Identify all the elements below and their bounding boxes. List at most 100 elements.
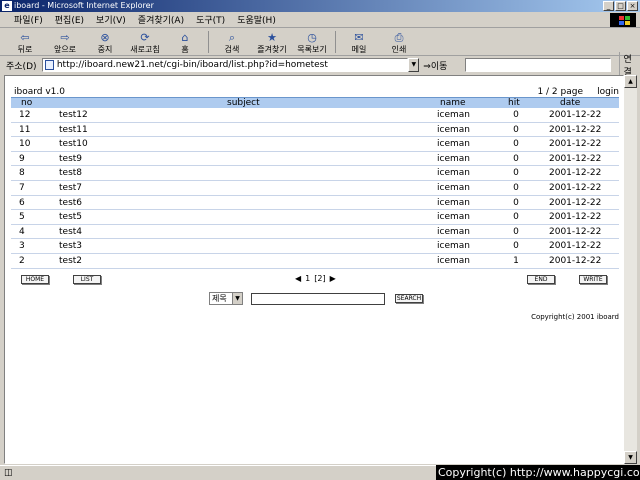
post-subject-link[interactable]: test4: [59, 225, 82, 239]
chevron-down-icon: ▼: [232, 292, 242, 304]
post-subject-link[interactable]: test9: [59, 152, 82, 166]
table-row[interactable]: 5 test5 iceman 0 2001-12-22: [11, 210, 619, 225]
print-button[interactable]: ⎙ 인쇄: [382, 32, 416, 55]
ie-icon: e: [2, 1, 12, 11]
board-version: iboard v1.0: [14, 87, 65, 97]
browser-window: e iboard - Microsoft Internet Explorer _…: [0, 0, 640, 480]
close-button[interactable]: ×: [627, 1, 638, 11]
table-row[interactable]: 9 test9 iceman 0 2001-12-22: [11, 152, 619, 167]
table-row[interactable]: 8 test8 iceman 0 2001-12-22: [11, 166, 619, 181]
post-date: 2001-12-22: [549, 153, 602, 164]
board-header: iboard v1.0 1 / 2 page login: [11, 87, 619, 97]
mail-button[interactable]: ✉ 메일: [342, 32, 376, 55]
pagination: ◀ 1 [2] ▶: [295, 274, 336, 283]
menu-edit[interactable]: 편집(E): [55, 13, 84, 26]
search-button[interactable]: ⌕ 검색: [215, 32, 249, 55]
post-subject-link[interactable]: test2: [59, 254, 82, 268]
post-author: iceman: [437, 226, 470, 237]
search-query-input[interactable]: [251, 292, 385, 305]
prev-page-icon[interactable]: ◀: [295, 274, 301, 283]
header-name: name: [440, 98, 466, 108]
table-row[interactable]: 11 test11 iceman 0 2001-12-22: [11, 123, 619, 138]
header-subject: subject: [227, 98, 260, 108]
favorites-button[interactable]: ★ 즐겨찾기: [255, 32, 289, 55]
table-row[interactable]: 2 test2 iceman 1 2001-12-22: [11, 254, 619, 269]
post-hits: 0: [513, 226, 519, 237]
minimize-button[interactable]: _: [603, 1, 614, 11]
back-button[interactable]: ⇦ 뒤로: [8, 32, 42, 55]
table-row[interactable]: 6 test6 iceman 0 2001-12-22: [11, 196, 619, 211]
table-row[interactable]: 12 test12 iceman 0 2001-12-22: [11, 108, 619, 123]
post-author: iceman: [437, 153, 470, 164]
address-dropdown-button[interactable]: ▼: [408, 58, 420, 72]
home-button[interactable]: ⌂ 홈: [168, 32, 202, 55]
menu-help[interactable]: 도움말(H): [237, 13, 276, 26]
history-button[interactable]: ◷ 목록보기: [295, 32, 329, 55]
search-submit-button[interactable]: SEARCH: [395, 293, 423, 303]
search-field-select[interactable]: 제목 ▼: [209, 291, 243, 305]
post-hits: 0: [513, 139, 519, 150]
home-icon: ⌂: [181, 31, 189, 44]
toolbar-separator: [208, 31, 209, 53]
forward-arrow-icon: ⇨: [60, 31, 70, 44]
stop-icon: ⊗: [100, 31, 110, 44]
table-row[interactable]: 10 test10 iceman 0 2001-12-22: [11, 137, 619, 152]
post-hits: 0: [513, 241, 519, 252]
post-date: 2001-12-22: [549, 168, 602, 179]
post-no: 2: [19, 255, 25, 266]
post-author: iceman: [437, 197, 470, 208]
post-date: 2001-12-22: [549, 255, 602, 266]
post-hits: 0: [513, 110, 519, 120]
status-page-icon: ◫: [4, 468, 13, 478]
post-subject-link[interactable]: test6: [59, 196, 82, 210]
address-label: 주소(D): [6, 61, 37, 72]
menu-file[interactable]: 파일(F): [14, 13, 43, 26]
post-subject-link[interactable]: test12: [59, 108, 88, 122]
post-subject-link[interactable]: test7: [59, 181, 82, 195]
nav-row: HOME LIST ◀ 1 [2] ▶ END WRITE: [11, 272, 619, 290]
post-hits: 0: [513, 182, 519, 193]
post-subject-link[interactable]: test8: [59, 166, 82, 180]
post-date: 2001-12-22: [549, 226, 602, 237]
toolbar-search-input[interactable]: [465, 58, 611, 72]
post-subject-link[interactable]: test5: [59, 210, 82, 224]
write-button[interactable]: WRITE: [579, 274, 607, 284]
page-content: iboard v1.0 1 / 2 page login no subject …: [4, 75, 624, 464]
back-arrow-icon: ⇦: [20, 31, 30, 44]
menu-view[interactable]: 보기(V): [96, 13, 126, 26]
end-button[interactable]: END: [527, 274, 555, 284]
window-title: iboard - Microsoft Internet Explorer: [14, 1, 154, 10]
board: iboard v1.0 1 / 2 page login no subject …: [11, 87, 619, 321]
go-button[interactable]: ⇒이동: [423, 59, 459, 72]
post-hits: 0: [513, 124, 519, 135]
address-url: http://iboard.new21.net/cgi-bin/iboard/l…: [56, 60, 328, 70]
post-no: 11: [19, 124, 31, 135]
maximize-button[interactable]: □: [615, 1, 626, 11]
menu-favorites[interactable]: 즐겨찾기(A): [138, 13, 184, 26]
stop-button[interactable]: ⊗ 중지: [88, 32, 122, 55]
next-page-icon[interactable]: ▶: [330, 274, 336, 283]
post-author: iceman: [437, 139, 470, 150]
post-subject-link[interactable]: test11: [59, 123, 88, 137]
refresh-button[interactable]: ⟳ 새로고침: [128, 32, 162, 55]
menu-tools[interactable]: 도구(T): [196, 13, 225, 26]
page-2-link[interactable]: [2]: [314, 274, 325, 283]
list-button[interactable]: LIST: [73, 274, 101, 284]
home-board-button[interactable]: HOME: [21, 274, 49, 284]
address-input[interactable]: http://iboard.new21.net/cgi-bin/iboard/l…: [41, 58, 409, 72]
vertical-scrollbar[interactable]: ▲ ▼: [624, 75, 637, 464]
table-row[interactable]: 3 test3 iceman 0 2001-12-22: [11, 239, 619, 254]
windows-logo-icon: [610, 13, 636, 27]
post-subject-link[interactable]: test10: [59, 137, 88, 151]
login-link[interactable]: login: [597, 87, 619, 97]
forward-button[interactable]: ⇨ 앞으로: [48, 32, 82, 55]
scroll-up-button[interactable]: ▲: [624, 75, 637, 88]
scroll-down-button[interactable]: ▼: [624, 451, 637, 464]
post-subject-link[interactable]: test3: [59, 239, 82, 253]
post-hits: 0: [513, 153, 519, 164]
table-header: no subject name hit date: [11, 97, 619, 108]
board-copyright: Copyright(c) 2001 iboard: [531, 312, 619, 321]
post-author: iceman: [437, 168, 470, 179]
table-row[interactable]: 7 test7 iceman 0 2001-12-22: [11, 181, 619, 196]
table-row[interactable]: 4 test4 iceman 0 2001-12-22: [11, 225, 619, 240]
